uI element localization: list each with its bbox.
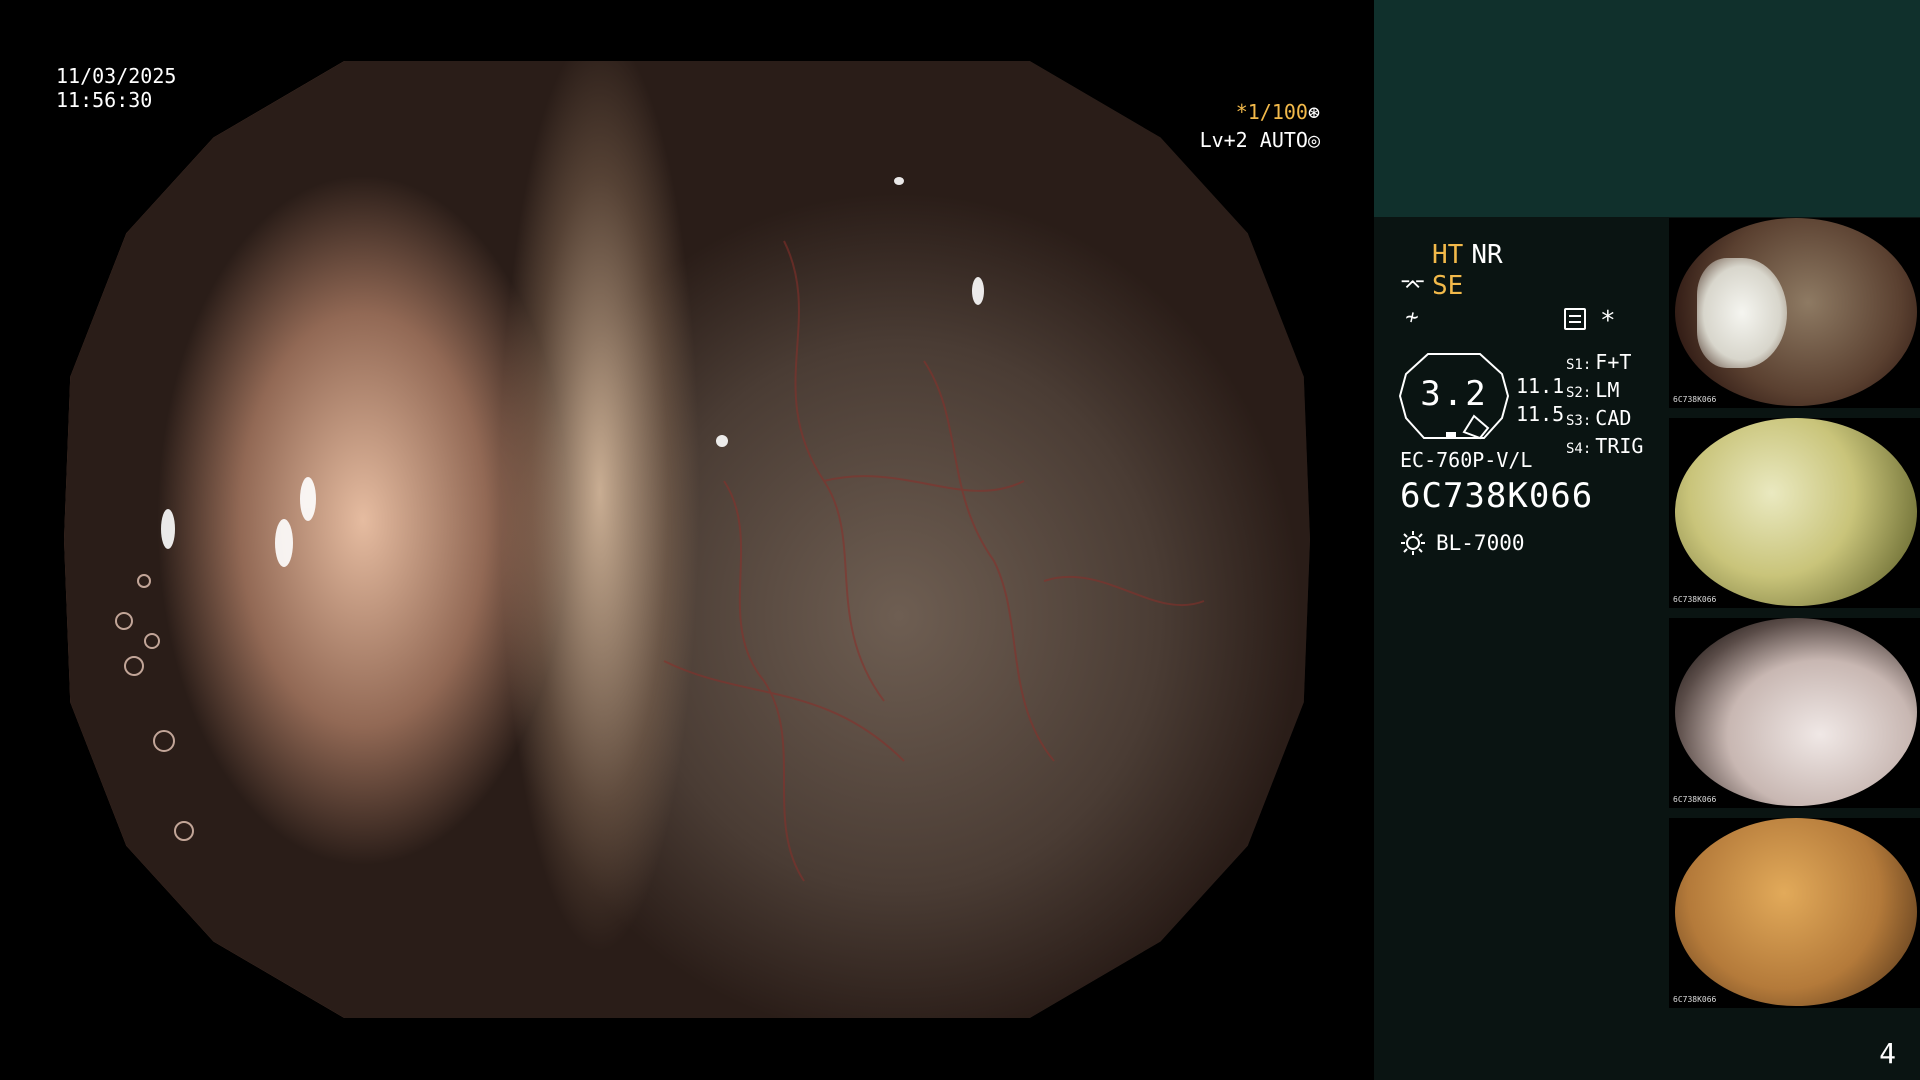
exposure-info: *1/100⊛ Lv+2 AUTO◎	[1180, 98, 1320, 154]
thumbnail[interactable]: 6C738K066	[1669, 418, 1920, 608]
thumbnail[interactable]: 6C738K066	[1669, 818, 1920, 1008]
sidebar-header-panel	[1374, 0, 1920, 217]
scope-model: EC-760P-V/L	[1400, 448, 1533, 472]
thumbnail-label: 6C738K066	[1673, 595, 1717, 604]
level-row: Lv+2 AUTO◎	[1180, 126, 1320, 154]
capture-thumbnails: 6C738K066 6C738K066 6C738K066 6C738K066	[1669, 218, 1920, 1018]
page-number: 4	[1879, 1037, 1896, 1070]
switch-value: CAD	[1595, 406, 1632, 430]
datetime-display: 11/03/2025 11:56:30	[56, 64, 176, 112]
switch-row: S3: CAD	[1566, 406, 1643, 434]
aperture-icon: ⊛	[1307, 100, 1320, 124]
switch-value: LM	[1595, 378, 1620, 402]
light-source-label: BL-7000	[1436, 531, 1525, 555]
thumbnail-image	[1675, 418, 1917, 606]
se-row: ⌤ SE	[1400, 271, 1503, 302]
switch-key: S4:	[1566, 441, 1592, 457]
endoscope-video-area: 11/03/2025 11:56:30 *1/100⊛ Lv+2 AUTO◎	[0, 0, 1374, 1080]
switch-key: S1:	[1566, 357, 1592, 373]
thumbnail-label: 6C738K066	[1673, 395, 1717, 404]
light-source-icon	[1401, 531, 1425, 555]
switch-row: S1: F+T	[1566, 350, 1643, 378]
date-label: 11/03/2025	[56, 64, 177, 88]
mode-label: AUTO	[1259, 128, 1308, 152]
magnification-gauge: 3.2	[1398, 352, 1510, 440]
sub-row: ≁	[1400, 302, 1503, 333]
shutter-label: *1/100	[1235, 100, 1308, 124]
se-flag: SE	[1432, 271, 1464, 301]
endoscope-image	[64, 61, 1310, 1018]
thumbnail-label: 6C738K066	[1673, 995, 1717, 1004]
time-label: 11:56:30	[56, 88, 153, 112]
nr-flag: NR	[1471, 240, 1503, 270]
light-source-row: BL-7000	[1400, 530, 1525, 556]
se-icon: ⌤	[1400, 274, 1426, 299]
scope-serial: 6C738K066	[1400, 476, 1594, 516]
thumbnail-image	[1675, 618, 1917, 806]
info-sidebar: HT NR ⌤ SE ≁ * 3.2 11.1 11.5 S1: F+T S2: L…	[1374, 0, 1920, 1080]
thumbnail[interactable]: 6C738K066	[1669, 618, 1920, 808]
switch-value: F+T	[1595, 350, 1632, 374]
processing-flags: HT NR ⌤ SE ≁	[1400, 240, 1503, 333]
asterisk-indicator: *	[1600, 306, 1616, 336]
gauge-num-1: 11.1	[1516, 374, 1565, 398]
switch-key: S2:	[1566, 385, 1592, 401]
switch-key: S3:	[1566, 413, 1592, 429]
thumbnail[interactable]: 6C738K066	[1669, 218, 1920, 408]
shutter-row: *1/100⊛	[1180, 98, 1320, 126]
switch-assignments: S1: F+T S2: LM S3: CAD S4: TRIG	[1566, 350, 1643, 462]
thumbnail-glare	[1697, 258, 1787, 368]
switch-row: S2: LM	[1566, 378, 1643, 406]
thumbnail-image	[1675, 818, 1917, 1006]
gauge-value: 3.2	[1420, 374, 1488, 414]
vessel-overlay	[115, 177, 1205, 882]
ht-nr-row: HT NR	[1400, 240, 1503, 271]
iris-icon: ◎	[1307, 128, 1320, 152]
level-label: Lv+2	[1199, 128, 1248, 152]
gauge-numbers: 11.1 11.5	[1516, 372, 1564, 428]
thumbnail-label: 6C738K066	[1673, 795, 1717, 804]
switch-row: S4: TRIG	[1566, 434, 1643, 462]
settings-icon	[1564, 308, 1586, 330]
nr-sub-icon: ≁	[1405, 305, 1419, 330]
switch-value: TRIG	[1595, 434, 1644, 458]
gauge-num-2: 11.5	[1516, 402, 1565, 426]
ht-flag: HT	[1432, 240, 1464, 270]
